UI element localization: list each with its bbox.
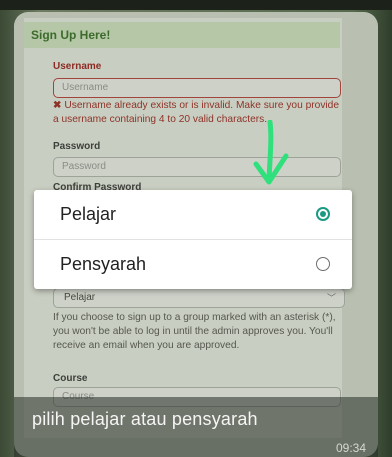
radio-selected-icon[interactable] [316, 207, 330, 221]
username-error-message: ✖ Username already exists or is invalid.… [53, 99, 345, 127]
password-label: Password [53, 141, 101, 152]
annotation-arrow-icon [253, 120, 289, 185]
error-x-icon: ✖ [53, 100, 62, 111]
option-pelajar[interactable]: Pelajar [34, 190, 352, 239]
form-header: Sign Up Here! [24, 22, 340, 48]
caption-text: pilih pelajar atau pensyarah [32, 409, 258, 429]
group-select[interactable]: Pelajar ﹀ [53, 288, 345, 308]
message-timestamp: 09:34 [335, 441, 366, 455]
background-top-edge [0, 0, 392, 10]
option-label: Pensyarah [60, 254, 147, 274]
group-help-text: If you choose to sign up to a group mark… [53, 312, 336, 351]
group-select-value: Pelajar [64, 292, 96, 303]
option-label: Pelajar [60, 204, 117, 224]
username-label: Username [53, 61, 102, 72]
option-pensyarah[interactable]: Pensyarah [34, 240, 352, 289]
course-label: Course [53, 373, 88, 384]
chevron-down-icon: ﹀ [326, 293, 336, 303]
radio-unselected-icon[interactable] [316, 257, 330, 271]
group-options-popup: Pelajar Pensyarah [34, 190, 352, 289]
username-input[interactable]: Username [53, 78, 341, 98]
